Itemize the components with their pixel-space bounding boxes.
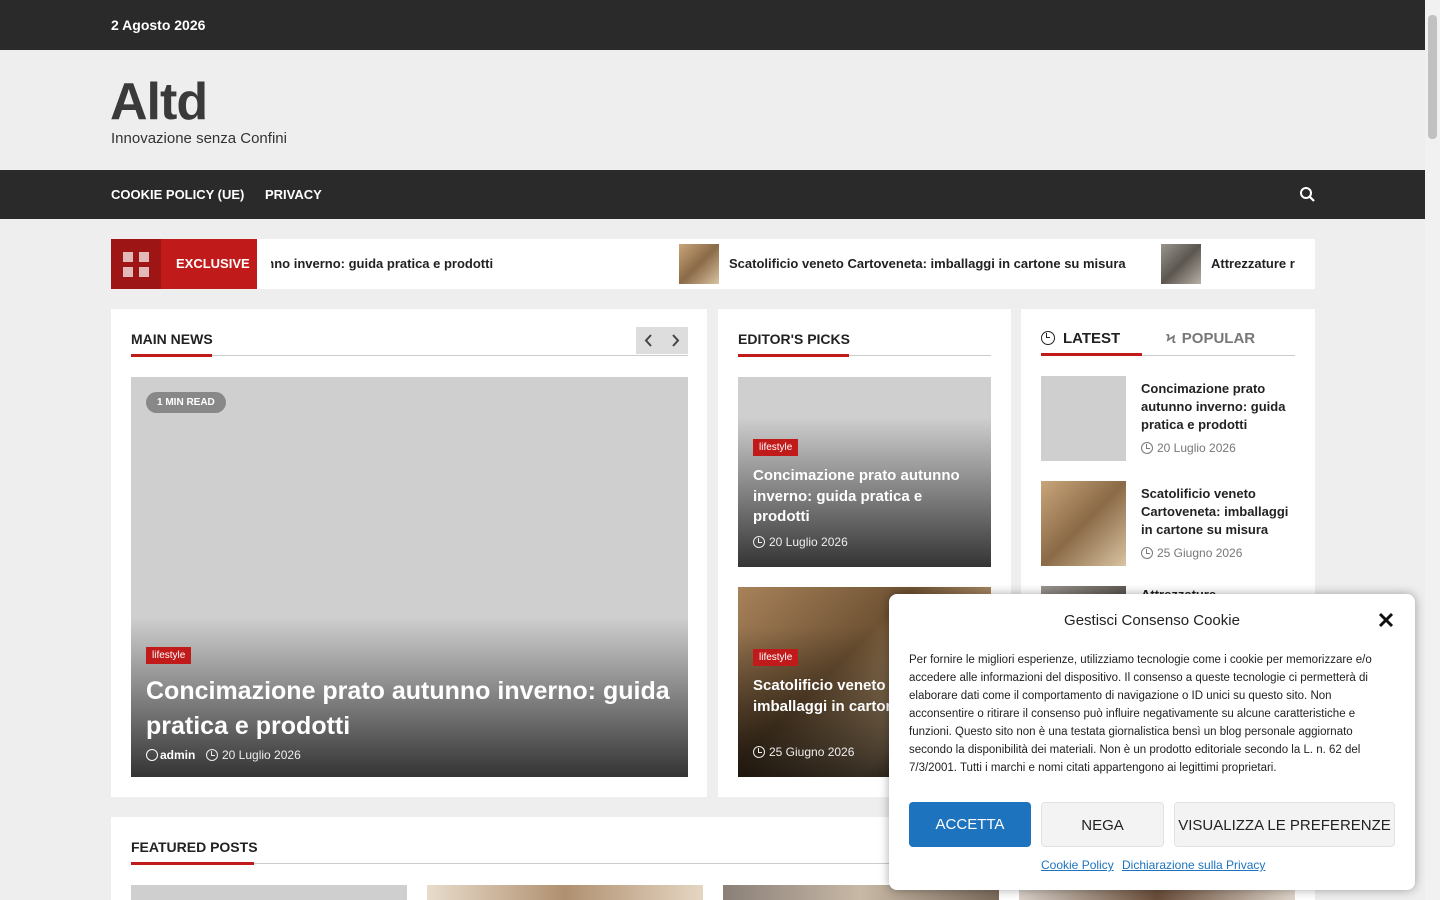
ticker-item[interactable]: Concimazione prato autunno inverno: guid… <box>271 239 671 289</box>
privacy-statement-link[interactable]: Dichiarazione sulla Privacy <box>1122 858 1265 872</box>
cookie-policy-link[interactable]: Cookie Policy <box>1041 858 1114 872</box>
search-icon[interactable] <box>1299 186 1316 203</box>
main-news-slide[interactable]: 1 MIN READ lifestyle Concimazione prato … <box>131 377 688 777</box>
latest-thumb[interactable] <box>1041 481 1126 566</box>
clock-icon <box>206 749 218 761</box>
latest-thumb[interactable] <box>1041 376 1126 461</box>
tab-latest-label: LATEST <box>1063 330 1121 347</box>
prev-slide-button[interactable] <box>636 327 662 354</box>
main-nav: COOKIE POLICY (UE) PRIVACY <box>0 170 1425 219</box>
site-header: Altd Innovazione senza Confini <box>0 50 1425 170</box>
chevron-right-icon <box>672 334 680 347</box>
clock-icon <box>1141 547 1153 559</box>
ticker-item-title[interactable]: Concimazione prato autunno inverno: guid… <box>271 256 493 271</box>
user-icon <box>146 749 158 761</box>
deny-button[interactable]: NEGA <box>1041 802 1164 847</box>
close-icon[interactable] <box>1377 611 1395 629</box>
tab-popular[interactable]: ϟ POPULAR <box>1166 330 1255 347</box>
category-tag[interactable]: lifestyle <box>753 649 799 666</box>
latest-date: 20 Luglio 2026 <box>1141 441 1236 455</box>
nav-cookie-policy[interactable]: COOKIE POLICY (UE) <box>111 187 244 202</box>
editors-pick-headline[interactable]: Concimazione prato autunno inverno: guid… <box>753 466 983 528</box>
featured-posts-title: FEATURED POSTS <box>131 839 258 855</box>
editors-pick-item[interactable]: lifestyle Concimazione prato autunno inv… <box>738 377 991 567</box>
clock-icon <box>1041 331 1055 345</box>
clock-icon <box>753 746 765 758</box>
section-accent <box>1041 353 1142 356</box>
ticker-items: Concimazione prato autunno inverno: guid… <box>271 239 1295 289</box>
main-news-headline[interactable]: Concimazione prato autunno inverno: guid… <box>146 674 676 744</box>
latest-title[interactable]: Scatolificio veneto Cartoveneta: imballa… <box>1141 485 1301 539</box>
tab-latest[interactable]: LATEST <box>1041 330 1120 347</box>
cookie-dialog-body: Per fornire le migliori esperienze, util… <box>909 654 1372 774</box>
section-accent <box>738 354 849 357</box>
section-divider <box>131 355 688 356</box>
read-time-badge: 1 MIN READ <box>146 392 226 413</box>
latest-date: 25 Giugno 2026 <box>1141 546 1242 560</box>
ticker-thumb <box>679 244 719 284</box>
top-bar: 2 Agosto 2026 <box>0 0 1425 50</box>
cookie-dialog-title: Gestisci Consenso Cookie <box>1064 612 1240 629</box>
section-accent <box>131 862 254 865</box>
tab-popular-label: POPULAR <box>1181 330 1256 347</box>
latest-title[interactable]: Concimazione prato autunno inverno: guid… <box>1141 380 1301 434</box>
preferences-button[interactable]: VISUALIZZA LE PREFERENZE <box>1174 802 1395 847</box>
next-slide-button[interactable] <box>662 327 688 354</box>
section-accent <box>131 354 212 357</box>
ticker-item[interactable]: Scatolificio veneto Cartoveneta: imballa… <box>679 239 1139 289</box>
bolt-icon: ϟ <box>1166 331 1176 346</box>
nav-privacy[interactable]: PRIVACY <box>265 187 322 202</box>
latest-thumb[interactable] <box>1041 586 1126 594</box>
clock-icon <box>1141 442 1153 454</box>
ticker-label: EXCLUSIVE <box>111 239 257 289</box>
post-date: 20 Luglio 2026 <box>222 748 301 762</box>
date-meta: 20 Luglio 2026 <box>206 748 301 762</box>
page-scrollbar[interactable] <box>1425 0 1440 900</box>
ticker-thumb <box>1161 244 1201 284</box>
date-meta: 25 Giugno 2026 <box>753 745 854 759</box>
post-date: 25 Giugno 2026 <box>769 745 855 759</box>
site-tagline: Innovazione senza Confini <box>111 130 287 147</box>
date-meta: 20 Luglio 2026 <box>753 535 848 549</box>
featured-thumb[interactable] <box>131 885 407 900</box>
cookie-consent-dialog: Gestisci Consenso Cookie Per fornire le … <box>889 594 1415 890</box>
ticker-item-title[interactable]: Attrezzature r <box>1211 256 1295 271</box>
featured-thumb[interactable] <box>427 885 703 900</box>
author-name: admin <box>160 748 196 762</box>
ticker-item[interactable]: Attrezzature r <box>1161 239 1295 289</box>
chevron-left-icon <box>644 334 652 347</box>
author-meta[interactable]: admin <box>146 748 195 762</box>
site-title[interactable]: Altd <box>110 72 208 132</box>
category-tag[interactable]: lifestyle <box>146 647 192 664</box>
grid-icon <box>111 239 161 289</box>
main-news-title: MAIN NEWS <box>131 331 213 347</box>
editors-picks-title: EDITOR'S PICKS <box>738 331 850 347</box>
ticker-item-title[interactable]: Scatolificio veneto Cartoveneta: imballa… <box>729 256 1126 271</box>
current-date: 2 Agosto 2026 <box>111 17 206 33</box>
exclusive-ticker: EXCLUSIVE Concimazione prato autunno inv… <box>111 239 1315 289</box>
category-tag[interactable]: lifestyle <box>753 439 799 456</box>
clock-icon <box>753 536 765 548</box>
scrollbar-thumb[interactable] <box>1428 15 1437 139</box>
accept-button[interactable]: ACCETTA <box>909 802 1031 847</box>
post-date: 20 Luglio 2026 <box>769 535 848 549</box>
ticker-label-text: EXCLUSIVE <box>176 256 250 271</box>
